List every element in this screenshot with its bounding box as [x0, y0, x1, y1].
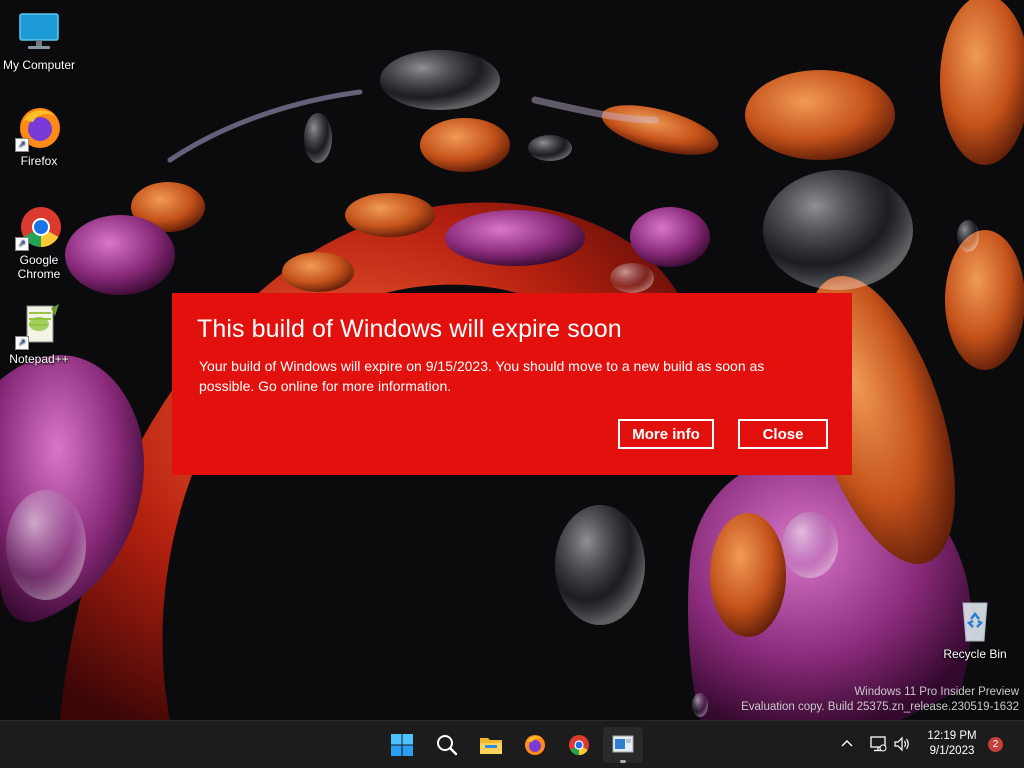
desktop-icon-label: Recycle Bin — [943, 647, 1007, 661]
desktop-icon-label: Firefox — [20, 154, 58, 168]
desktop-icon-notepad-plus-plus[interactable]: ↗ Notepad++ — [1, 302, 77, 366]
network-status-button[interactable] — [868, 734, 888, 754]
file-explorer-icon — [480, 738, 502, 754]
taskbar-file-explorer[interactable] — [471, 727, 511, 763]
monitor-icon — [15, 8, 63, 56]
chrome-icon: ↗ — [15, 203, 63, 251]
taskbar-chrome[interactable] — [559, 727, 599, 763]
notification-count-badge[interactable]: 2 — [988, 737, 1003, 752]
watermark-build: Evaluation copy. Build 25375.zn_release.… — [741, 701, 1019, 713]
taskbar-remote-desktop[interactable] — [603, 727, 643, 763]
expiry-warning-dialog: This build of Windows will expire soon Y… — [172, 293, 852, 475]
network-icon — [870, 736, 887, 752]
volume-icon — [894, 736, 909, 752]
chrome-icon — [569, 735, 589, 756]
taskbar-firefox[interactable] — [515, 727, 555, 763]
firefox-icon — [525, 735, 545, 755]
search-icon — [437, 735, 458, 756]
more-info-button[interactable]: More info — [618, 419, 714, 449]
clock-time: 12:19 PM — [927, 730, 977, 742]
shortcut-arrow-icon: ↗ — [15, 336, 29, 350]
watermark-edition: Windows 11 Pro Insider Preview — [854, 686, 1019, 698]
clock-date: 9/1/2023 — [929, 745, 975, 757]
show-hidden-icons-button[interactable] — [838, 735, 856, 753]
dialog-title: This build of Windows will expire soon — [197, 315, 622, 343]
desktop-icon-label: Google Chrome — [17, 253, 61, 281]
desktop-icon-google-chrome[interactable]: ↗ Google Chrome — [1, 203, 77, 281]
volume-button[interactable] — [892, 734, 912, 754]
evaluation-watermark: Windows 11 Pro Insider Preview Evaluatio… — [741, 685, 1019, 715]
desktop-icon-recycle-bin[interactable]: Recycle Bin — [937, 597, 1013, 661]
shortcut-arrow-icon: ↗ — [15, 237, 29, 251]
firefox-icon: ↗ — [15, 104, 63, 152]
dialog-message: Your build of Windows will expire on 9/1… — [199, 358, 765, 394]
chevron-up-icon — [841, 740, 853, 747]
desktop-icon-firefox[interactable]: ↗ Firefox — [1, 104, 77, 168]
search-button[interactable] — [427, 727, 467, 763]
taskbar: 12:19 PM 9/1/2023 2 — [0, 720, 1024, 768]
close-button[interactable]: Close — [738, 419, 828, 449]
start-button[interactable] — [382, 727, 422, 763]
clock[interactable]: 12:19 PM 9/1/2023 — [918, 729, 986, 759]
desktop-icon-label: Notepad++ — [9, 352, 69, 366]
windows-logo-icon — [391, 734, 413, 756]
desktop-icon-label: My Computer — [2, 58, 76, 72]
shortcut-arrow-icon: ↗ — [15, 138, 29, 152]
recycle-bin-icon — [951, 597, 999, 645]
desktop-icon-my-computer[interactable]: My Computer — [1, 8, 77, 72]
remote-desktop-icon — [612, 735, 634, 753]
active-app-indicator — [620, 760, 626, 763]
notepad-plus-plus-icon: ↗ — [15, 302, 63, 350]
